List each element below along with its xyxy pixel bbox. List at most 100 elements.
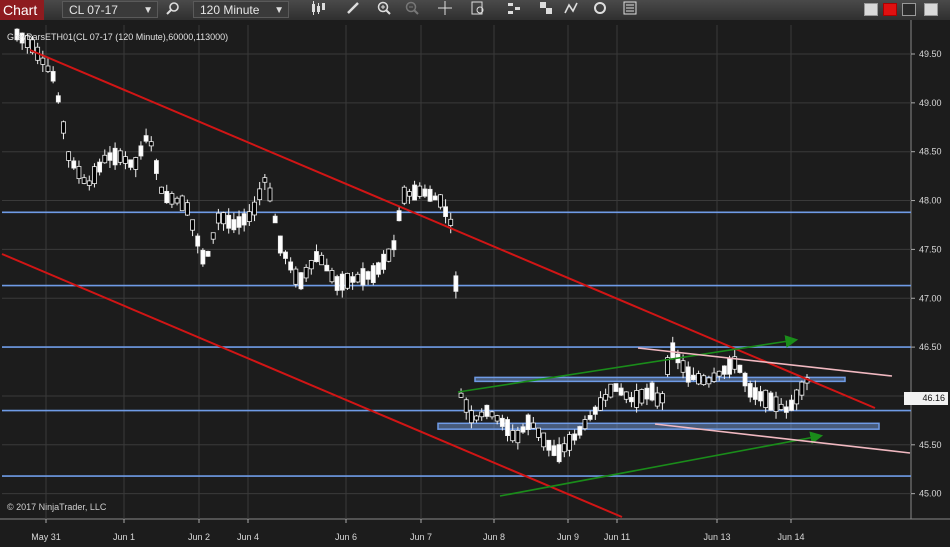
candle-up [283, 251, 288, 259]
candle-up [365, 271, 371, 280]
candle-down [221, 212, 226, 225]
candle-up [520, 426, 526, 433]
candle-down [634, 390, 640, 408]
candle-up [727, 358, 732, 375]
candle-up [783, 406, 789, 413]
crosshair-icon[interactable] [436, 1, 454, 19]
restore-icon[interactable] [924, 3, 938, 16]
y-tick-label: 45.50 [919, 440, 942, 450]
candle-up [334, 276, 340, 291]
candle-down [479, 411, 485, 418]
candle-down [257, 188, 263, 201]
candle-down [603, 394, 609, 401]
candle-up [396, 210, 402, 222]
candlestick [613, 383, 619, 392]
candle-down [148, 141, 154, 147]
candlestick [329, 267, 335, 284]
candle-up [484, 404, 490, 417]
candle-down [463, 399, 469, 413]
x-tick-label: Jun 8 [483, 532, 505, 542]
candle-down [773, 396, 779, 413]
candle-down [654, 392, 660, 407]
zoom-in-icon[interactable] [375, 1, 393, 19]
price-chart[interactable]: 49.5049.0048.5048.0047.5047.0046.5046.00… [0, 20, 950, 547]
instrument-selector[interactable]: CL 07-17 ▼ [62, 1, 158, 18]
candlestick [370, 262, 376, 286]
candle-up [789, 399, 794, 411]
candlestick [92, 163, 97, 188]
pencil-icon[interactable] [344, 1, 362, 19]
candle-up [556, 444, 562, 463]
candle-down [210, 232, 216, 240]
restore-icon[interactable] [864, 3, 878, 16]
zoom-out-icon[interactable] [403, 1, 421, 19]
candle-down [541, 432, 547, 448]
candle-down [303, 267, 309, 279]
instrument-value: CL 07-17 [69, 3, 118, 17]
chevron-down-icon: ▼ [274, 5, 284, 16]
candle-down [696, 373, 701, 385]
candle-up [721, 365, 727, 375]
x-tick-label: Jun 1 [113, 532, 135, 542]
candle-up [592, 406, 598, 415]
interval-selector[interactable]: 120 Minute ▼ [193, 1, 289, 18]
candle-down [598, 397, 603, 411]
candlestick [665, 355, 670, 377]
x-tick-label: Jun 6 [335, 532, 357, 542]
indicators-icon[interactable] [562, 1, 580, 19]
candle-up [691, 374, 696, 381]
candle-down [345, 272, 350, 289]
candle-up [143, 135, 149, 142]
candlestick [200, 248, 206, 267]
candle-up [50, 71, 56, 82]
y-tick-label: 45.00 [919, 489, 942, 499]
candle-down [515, 430, 521, 444]
candle-down [190, 219, 195, 231]
candle-down [567, 434, 572, 451]
candle-down [489, 411, 495, 418]
candle-down [329, 270, 335, 283]
candle-down [711, 372, 717, 382]
candle-down [468, 410, 474, 424]
candle-up [164, 191, 170, 204]
candle-down [561, 443, 567, 453]
x-tick-label: Jun 11 [604, 532, 630, 542]
bar-type-icon[interactable] [309, 1, 327, 19]
candlestick [179, 194, 185, 212]
candle-down [123, 156, 128, 164]
candle-down [262, 177, 268, 183]
candle-down [174, 197, 180, 204]
candlestick [701, 373, 707, 386]
candle-up [499, 417, 505, 427]
data-box-icon[interactable] [469, 1, 487, 19]
candle-down [608, 383, 614, 398]
candle-up [128, 159, 133, 168]
candle-up [443, 206, 448, 217]
candle-down [61, 121, 66, 134]
candle-up [97, 161, 103, 173]
candle-down [81, 177, 87, 184]
candle-down [680, 360, 686, 373]
chart-tab[interactable]: Chart [0, 0, 44, 20]
maximize-icon[interactable] [902, 3, 916, 16]
candle-down [530, 422, 536, 429]
candle-up [685, 366, 691, 383]
search-icon[interactable] [164, 1, 182, 19]
candlestick [159, 186, 164, 194]
candle-up [339, 273, 345, 291]
bar-chart-icon[interactable] [505, 1, 523, 19]
properties-icon[interactable] [621, 1, 639, 19]
close-icon[interactable] [883, 3, 897, 16]
x-tick-label: Jun 4 [237, 532, 259, 542]
candlestick [649, 381, 655, 402]
y-tick-label: 49.00 [919, 98, 942, 108]
candle-down [159, 186, 164, 194]
refresh-icon[interactable] [591, 1, 609, 19]
chart-toolbar: Chart CL 07-17 ▼ 120 Minute ▼ [0, 0, 950, 21]
candle-up [613, 383, 619, 392]
candle-down [319, 254, 325, 266]
strategy-icon[interactable] [537, 1, 555, 19]
x-tick-label: Jun 9 [557, 532, 579, 542]
candle-down [660, 393, 665, 404]
candle-down [763, 389, 769, 408]
